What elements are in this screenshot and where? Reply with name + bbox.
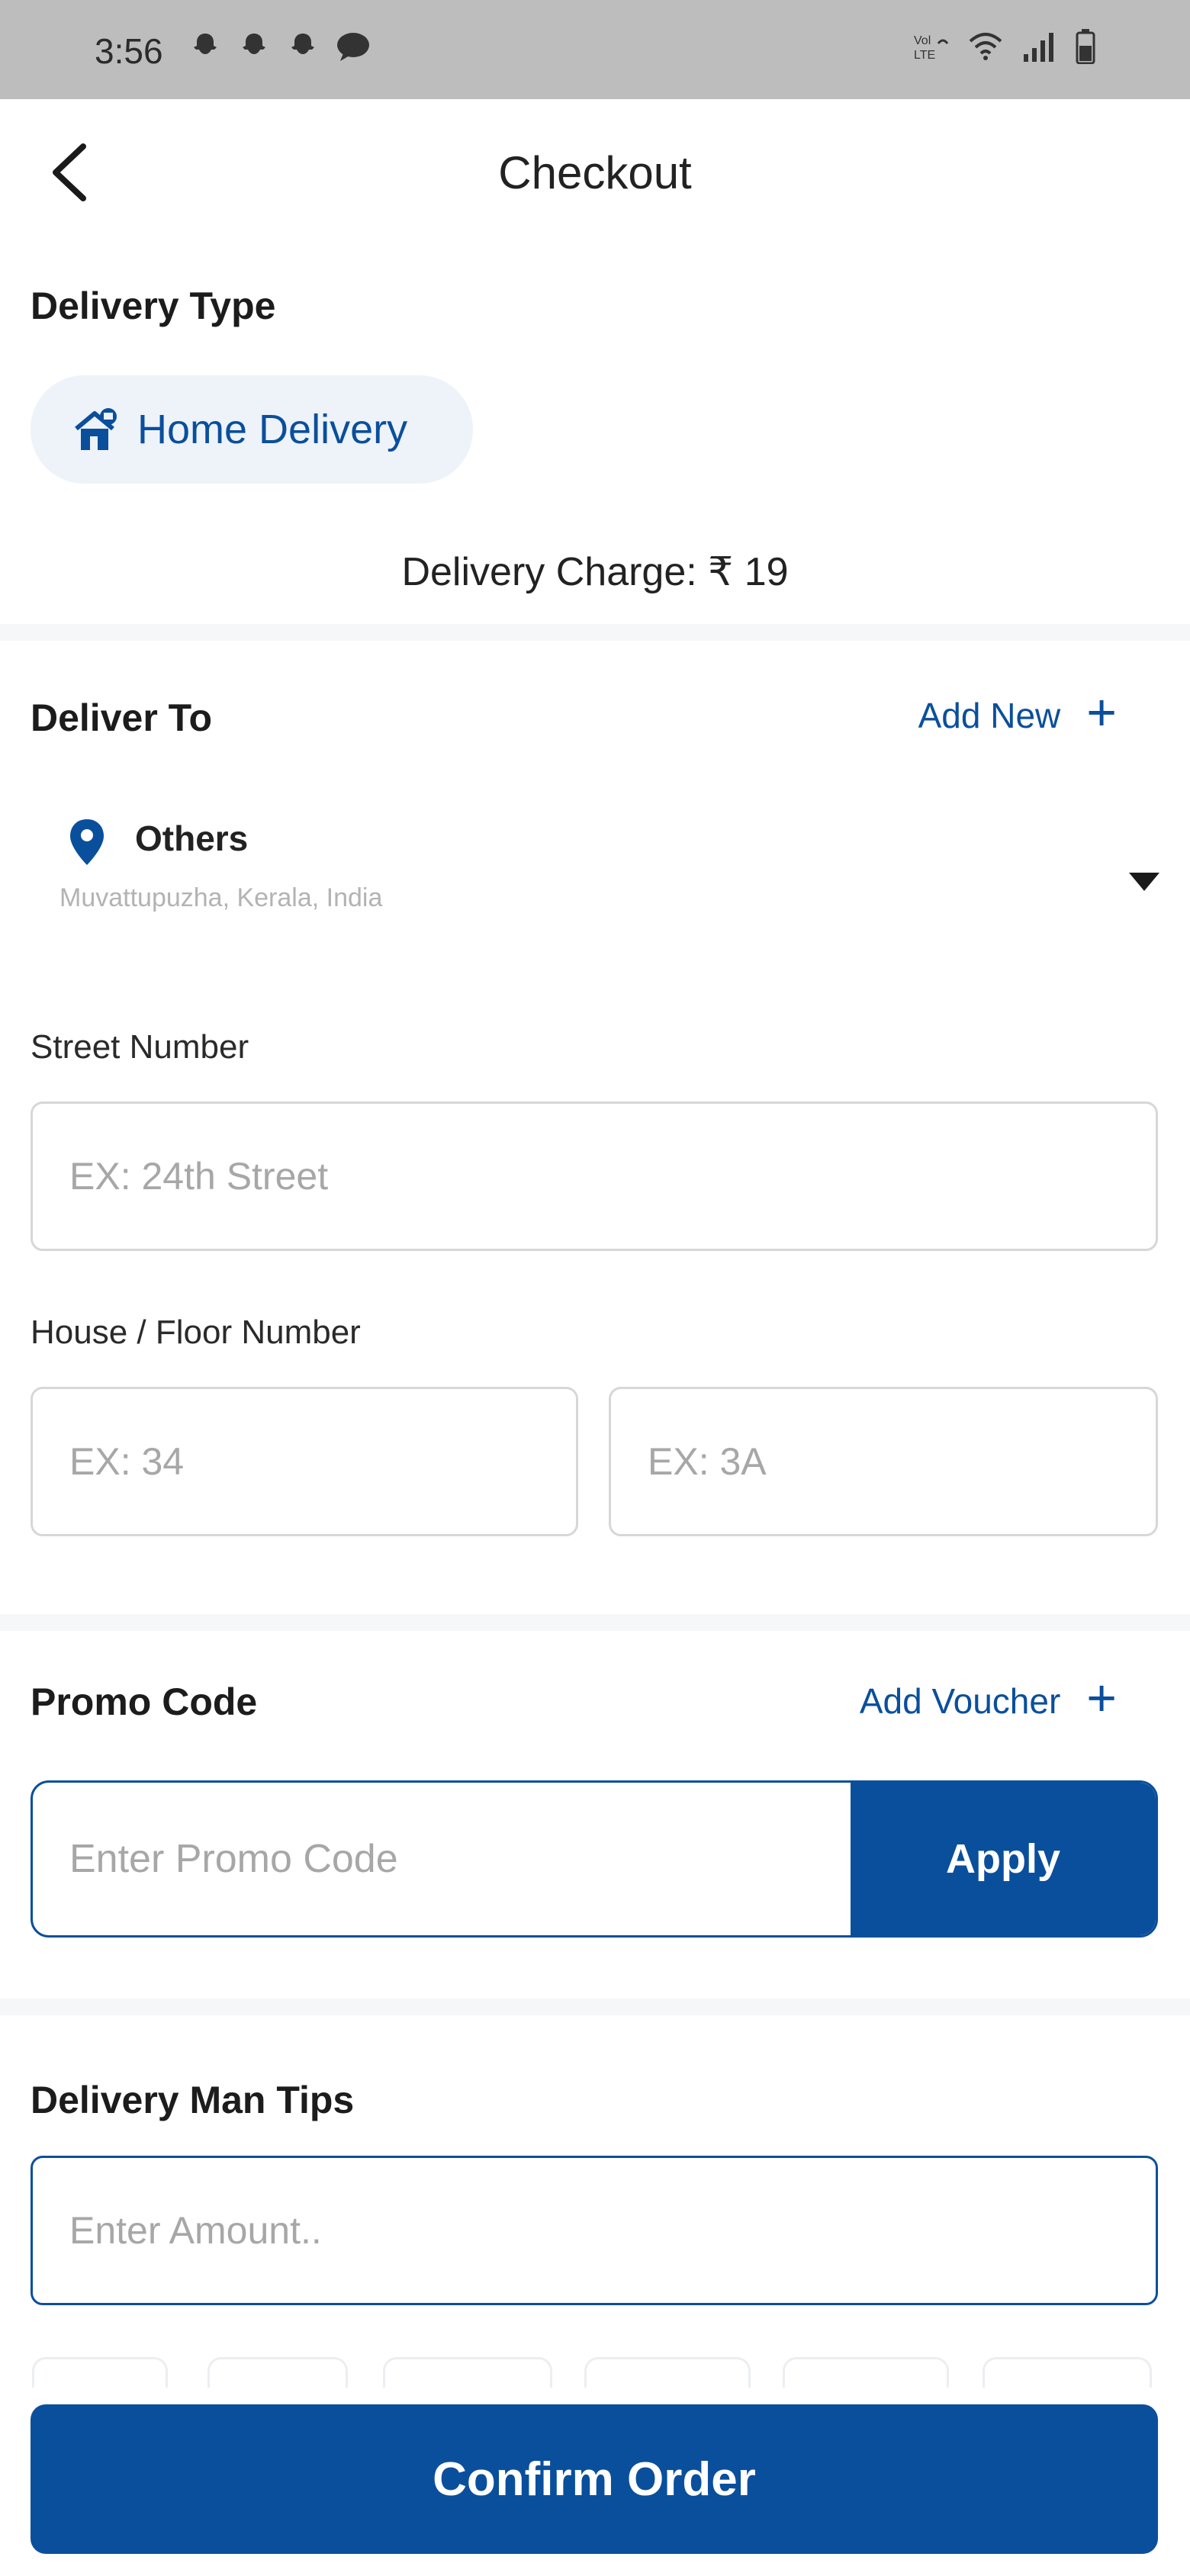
confirm-order-button[interactable]: Confirm Order bbox=[31, 2404, 1158, 2554]
section-divider bbox=[0, 1614, 1190, 1631]
tip-amount-input[interactable]: Enter Amount.. bbox=[31, 2156, 1158, 2305]
svg-text:Vol: Vol bbox=[914, 34, 931, 47]
status-time: 3:56 bbox=[95, 31, 163, 71]
promo-code-input[interactable]: Enter Promo Code bbox=[33, 1783, 855, 1935]
wifi-icon bbox=[969, 32, 1002, 65]
delivery-charge-text: Delivery Charge: ₹ 19 bbox=[401, 550, 789, 594]
plus-icon: + bbox=[1086, 1669, 1117, 1727]
tip-chip[interactable] bbox=[383, 2357, 552, 2388]
add-new-address-button[interactable]: Add New + bbox=[918, 687, 1117, 738]
tip-chip[interactable] bbox=[983, 2357, 1152, 2388]
location-pin-icon bbox=[70, 819, 104, 865]
notification-icons bbox=[189, 31, 369, 63]
apply-button[interactable]: Apply bbox=[851, 1783, 1156, 1935]
tip-chips-row bbox=[31, 2357, 1159, 2388]
home-delivery-label: Home Delivery bbox=[137, 407, 408, 452]
plus-icon: + bbox=[1086, 683, 1117, 741]
snapchat-icon bbox=[238, 31, 270, 63]
house-number-placeholder: EX: 34 bbox=[69, 1440, 185, 1483]
tip-amount-placeholder: Enter Amount.. bbox=[69, 2209, 322, 2252]
address-line: Muvattupuzha, Kerala, India bbox=[60, 883, 383, 912]
section-divider bbox=[0, 1999, 1190, 2015]
volte-icon: Vol LTE bbox=[914, 31, 949, 66]
battery-icon bbox=[1076, 29, 1095, 68]
tip-chip[interactable] bbox=[32, 2357, 168, 2388]
tip-chip[interactable] bbox=[584, 2357, 751, 2388]
add-voucher-label: Add Voucher bbox=[859, 1681, 1061, 1721]
promo-code-group: Enter Promo Code Apply bbox=[31, 1780, 1158, 1938]
tip-chip[interactable] bbox=[783, 2357, 949, 2388]
page-title: Checkout bbox=[498, 147, 692, 198]
app-bar: Checkout bbox=[0, 99, 1190, 252]
svg-text:LTE: LTE bbox=[914, 49, 935, 62]
address-label: Others bbox=[135, 818, 249, 858]
house-floor-label: House / Floor Number bbox=[31, 1314, 361, 1351]
delivery-tips-title: Delivery Man Tips bbox=[31, 2079, 355, 2121]
tip-chip[interactable] bbox=[207, 2357, 348, 2388]
snapchat-icon bbox=[189, 31, 221, 63]
home-delivery-icon bbox=[75, 408, 117, 450]
dropdown-arrow-icon bbox=[1129, 873, 1159, 891]
house-number-input[interactable]: EX: 34 bbox=[31, 1387, 578, 1536]
promo-code-title: Promo Code bbox=[31, 1680, 258, 1723]
street-number-input[interactable]: EX: 24th Street bbox=[31, 1101, 1158, 1251]
promo-code-placeholder: Enter Promo Code bbox=[69, 1837, 398, 1881]
status-right-icons: Vol LTE bbox=[914, 29, 1095, 68]
street-number-label: Street Number bbox=[31, 1028, 249, 1066]
add-voucher-button[interactable]: Add Voucher + bbox=[859, 1672, 1117, 1724]
delivery-type-title: Delivery Type bbox=[31, 285, 276, 327]
address-selector[interactable]: Others Muvattupuzha, Kerala, India bbox=[31, 799, 1159, 929]
floor-number-input[interactable]: EX: 3A bbox=[609, 1387, 1158, 1536]
floor-number-placeholder: EX: 3A bbox=[648, 1440, 767, 1483]
deliver-to-title: Deliver To bbox=[31, 696, 213, 739]
home-delivery-option[interactable]: Home Delivery bbox=[31, 375, 473, 484]
status-bar: 3:56 Vol LTE bbox=[0, 0, 1190, 99]
signal-icon bbox=[1022, 31, 1056, 66]
chat-icon bbox=[336, 31, 369, 63]
section-divider bbox=[0, 624, 1190, 641]
street-number-placeholder: EX: 24th Street bbox=[69, 1155, 329, 1198]
snapchat-icon bbox=[287, 31, 319, 63]
add-new-label: Add New bbox=[918, 696, 1061, 735]
